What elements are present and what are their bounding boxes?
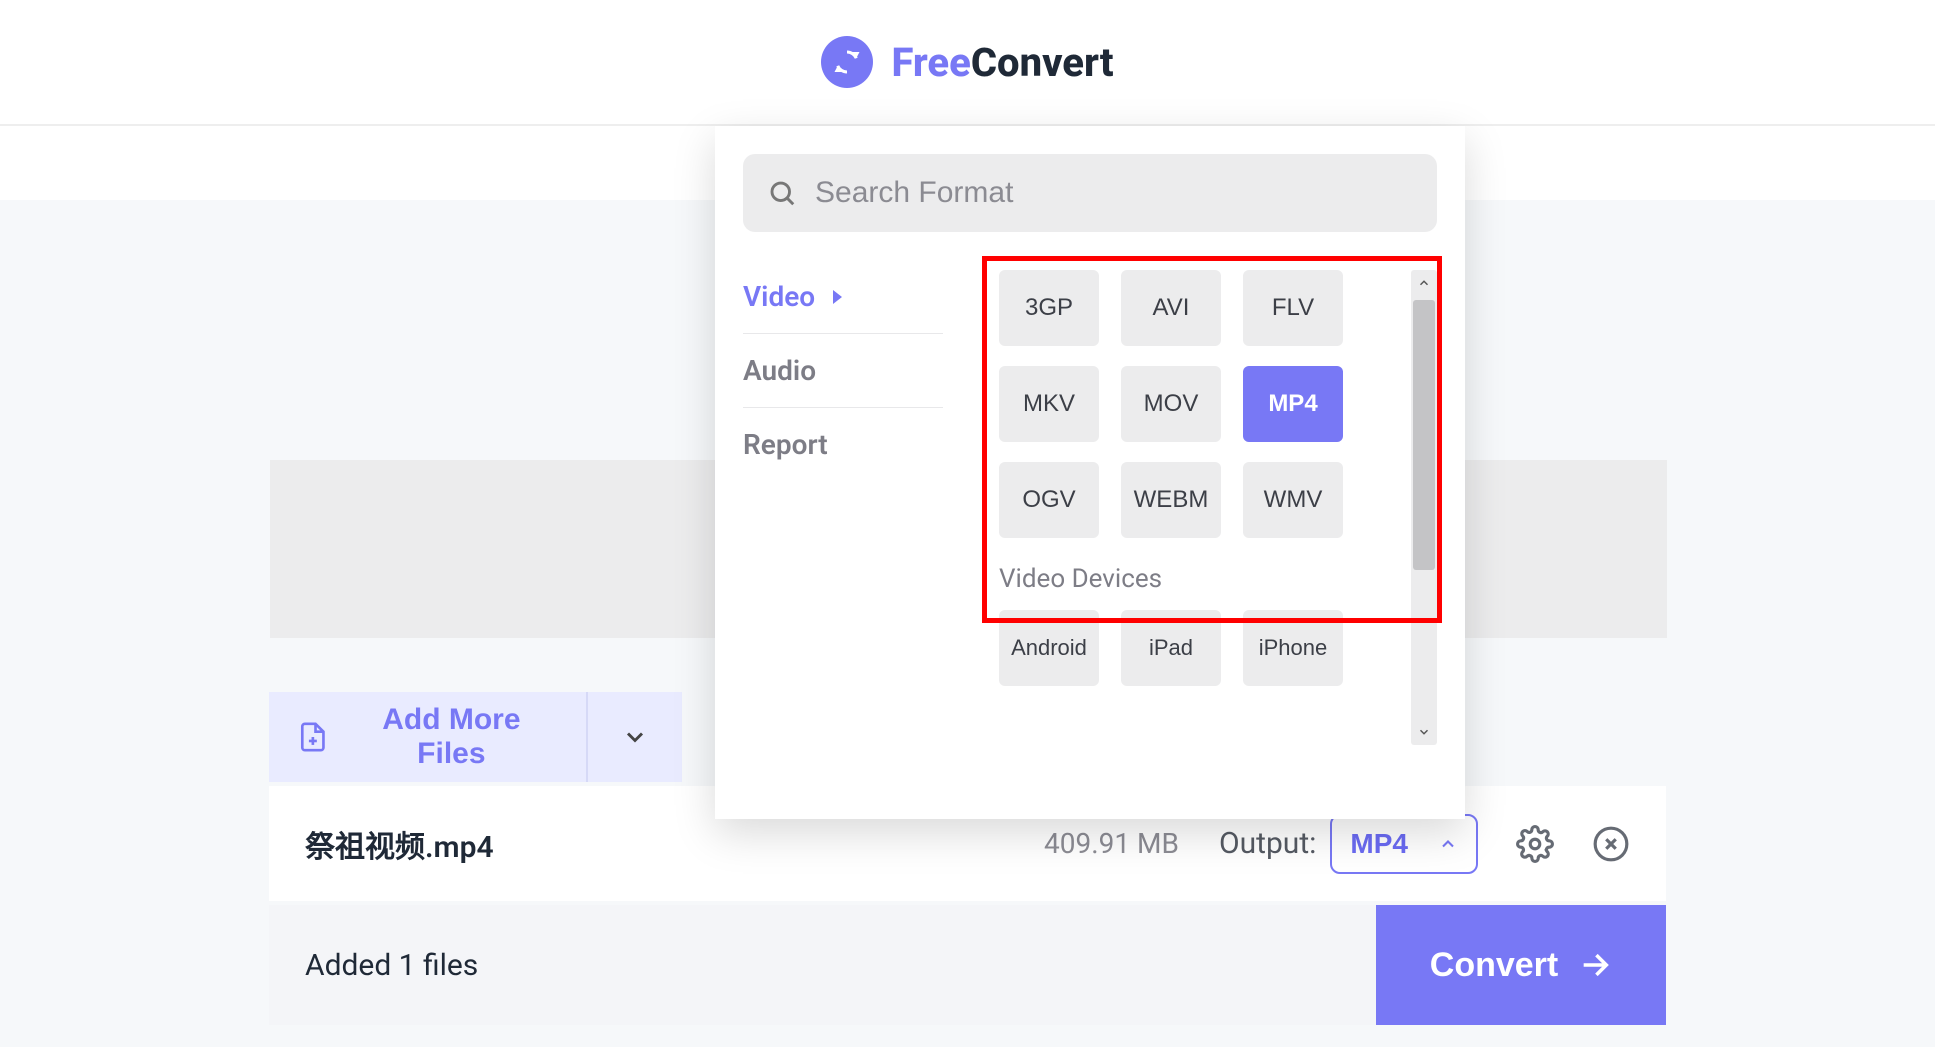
format-search-box[interactable] [743, 154, 1437, 232]
file-remove-button[interactable] [1592, 825, 1630, 863]
format-option-mov[interactable]: MOV [1121, 366, 1221, 442]
chevron-down-icon [621, 723, 649, 751]
add-files-bar: Add More Files [269, 692, 682, 782]
device-option-android[interactable]: Android [999, 610, 1099, 686]
close-circle-icon [1592, 825, 1630, 863]
format-area: 3GP AVI FLV MKV MOV MP4 OGV WEBM WMV Video Devic… [999, 260, 1437, 800]
added-count-label: Added 1 files [305, 948, 478, 983]
format-option-mp4[interactable]: MP4 [1243, 366, 1343, 442]
format-search-input[interactable] [815, 176, 1413, 210]
output-label: Output: [1219, 826, 1316, 861]
format-option-wmv[interactable]: WMV [1243, 462, 1343, 538]
logo[interactable]: FreeConvert [821, 36, 1113, 88]
convert-label: Convert [1430, 946, 1558, 985]
gear-icon [1516, 825, 1554, 863]
category-label: Video [743, 280, 815, 313]
search-icon [767, 178, 797, 208]
chevron-up-icon [1438, 834, 1458, 854]
category-label: Report [743, 428, 828, 461]
add-files-dropdown-button[interactable] [586, 692, 682, 782]
scrollbar-thumb[interactable] [1413, 300, 1435, 570]
add-more-files-button[interactable]: Add More Files [269, 692, 586, 782]
video-devices-title: Video Devices [999, 564, 1437, 594]
format-picker-popup: Video Audio Report 3GP AVI FLV MKV MOV MP4 OGV… [715, 126, 1465, 819]
app-header: FreeConvert [0, 0, 1935, 126]
file-size: 409.91 MB [1044, 827, 1179, 860]
category-report[interactable]: Report [743, 408, 943, 481]
format-option-flv[interactable]: FLV [1243, 270, 1343, 346]
video-format-grid: 3GP AVI FLV MKV MOV MP4 OGV WEBM WMV [999, 270, 1437, 538]
format-option-avi[interactable]: AVI [1121, 270, 1221, 346]
popup-body: Video Audio Report 3GP AVI FLV MKV MOV MP4 OGV… [743, 260, 1437, 800]
category-list: Video Audio Report [743, 260, 943, 800]
category-video[interactable]: Video [743, 260, 943, 334]
format-option-ogv[interactable]: OGV [999, 462, 1099, 538]
chevron-up-icon [1417, 276, 1431, 290]
device-format-grid: Android iPad iPhone [999, 610, 1437, 686]
file-plus-icon [297, 721, 329, 753]
format-option-webm[interactable]: WEBM [1121, 462, 1221, 538]
file-name: 祭祖视频.mp4 [305, 822, 494, 866]
arrow-right-icon [1578, 948, 1612, 982]
footer-bar: Added 1 files Convert [269, 905, 1666, 1025]
device-option-iphone[interactable]: iPhone [1243, 610, 1343, 686]
brand-bold: Convert [971, 39, 1114, 86]
logo-refresh-icon [821, 36, 873, 88]
chevron-down-icon [1417, 725, 1431, 739]
output-format-select[interactable]: MP4 [1330, 814, 1478, 874]
brand-name: FreeConvert [891, 39, 1113, 86]
add-files-label: Add More Files [345, 703, 558, 771]
format-option-3gp[interactable]: 3GP [999, 270, 1099, 346]
format-option-mkv[interactable]: MKV [999, 366, 1099, 442]
output-value: MP4 [1350, 828, 1408, 860]
device-option-ipad[interactable]: iPad [1121, 610, 1221, 686]
file-settings-button[interactable] [1516, 825, 1554, 863]
format-scrollbar[interactable] [1411, 270, 1437, 745]
category-audio[interactable]: Audio [743, 334, 943, 408]
convert-button[interactable]: Convert [1376, 905, 1666, 1025]
category-label: Audio [743, 354, 816, 387]
brand-light: Free [891, 39, 970, 86]
